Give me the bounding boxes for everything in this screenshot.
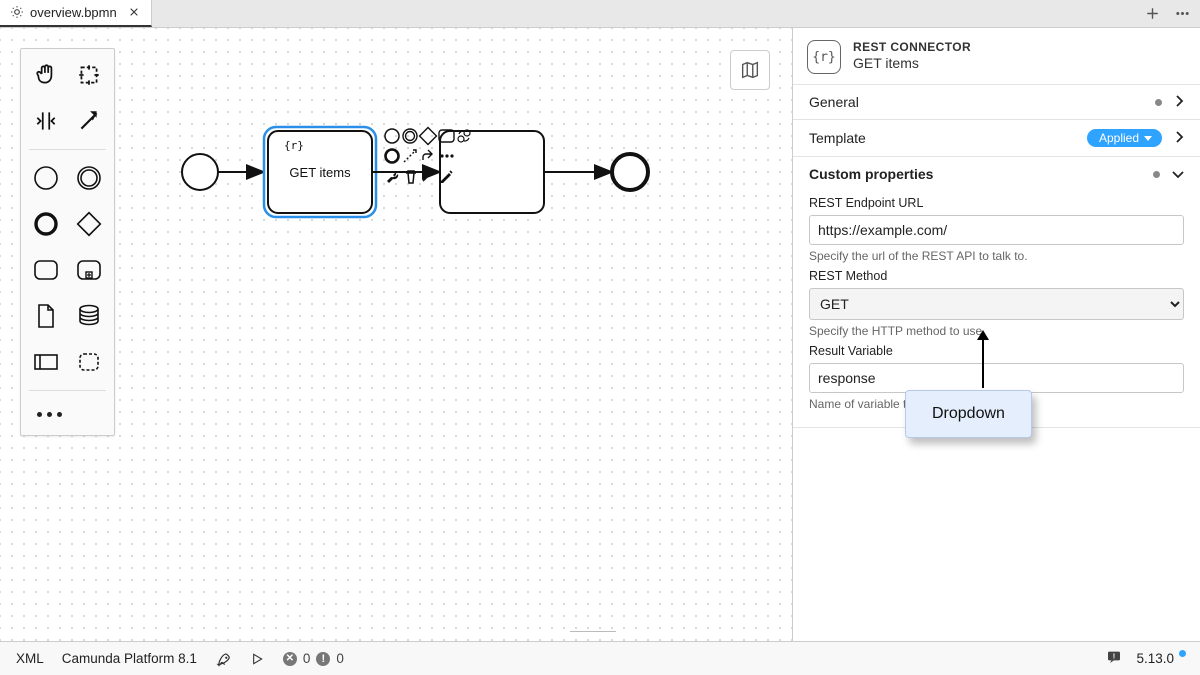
file-tab-label: overview.bpmn [30, 5, 117, 20]
pad-append-end-event[interactable] [386, 150, 399, 163]
field-rest-url: REST Endpoint URL Specify the url of the… [809, 196, 1184, 263]
error-count: 0 [303, 651, 311, 666]
deploy-button[interactable] [215, 651, 231, 667]
chevron-down-icon [1172, 167, 1184, 182]
warning-icon: ! [316, 652, 330, 666]
section-custom-header[interactable]: Custom properties [809, 161, 1184, 190]
section-general[interactable]: General [793, 84, 1200, 120]
rest-method-select[interactable]: GET [809, 288, 1184, 320]
pad-replace[interactable] [423, 150, 432, 160]
start-event[interactable] [182, 154, 218, 190]
field-rest-url-label: REST Endpoint URL [809, 196, 1184, 210]
error-icon: ✕ [283, 652, 297, 666]
section-template[interactable]: Template Applied [793, 120, 1200, 157]
end-event[interactable] [612, 154, 648, 190]
annotation-arrow-icon [971, 330, 995, 390]
file-tab[interactable]: overview.bpmn [0, 0, 152, 27]
element-name-label: GET items [853, 55, 971, 71]
result-variable-input[interactable] [809, 363, 1184, 393]
editor-tabbar: overview.bpmn [0, 0, 1200, 28]
execution-platform-label[interactable]: Camunda Platform 8.1 [62, 651, 197, 666]
tabbar-actions [1144, 0, 1200, 27]
section-custom-indicator [1153, 171, 1160, 178]
section-general-label: General [809, 94, 1155, 110]
field-rest-url-hint: Specify the url of the REST API to talk … [809, 249, 1184, 263]
section-template-label: Template [809, 130, 1087, 146]
feedback-button[interactable]: ! [1106, 649, 1122, 668]
tab-close-button[interactable] [127, 5, 141, 19]
version-label[interactable]: 5.13.0 [1136, 651, 1184, 666]
field-result-variable-label: Result Variable [809, 344, 1184, 358]
task-label: GET items [289, 165, 351, 180]
chevron-right-icon [1174, 130, 1184, 146]
svg-text:!: ! [1113, 651, 1115, 660]
status-bar: XML Camunda Platform 8.1 ✕ 0 ! 0 ! 5.13.0 [0, 641, 1200, 675]
properties-panel: {r} REST CONNECTOR GET items General Tem… [792, 28, 1200, 641]
chevron-right-icon [1174, 94, 1184, 110]
xml-toggle[interactable]: XML [16, 651, 44, 666]
annotation-text: Dropdown [905, 390, 1032, 438]
element-type-label: REST CONNECTOR [853, 40, 971, 54]
section-custom-properties: Custom properties REST Endpoint URL Spec… [793, 157, 1200, 428]
diagram-canvas[interactable]: {r} GET items [0, 28, 792, 641]
field-rest-method-label: REST Method [809, 269, 1184, 283]
field-rest-method: REST Method GET Specify the HTTP method … [809, 269, 1184, 338]
element-type-icon: {r} [807, 40, 841, 74]
task-marker-icon: {r} [284, 139, 304, 152]
template-applied-badge[interactable]: Applied [1087, 129, 1162, 147]
annotation-callout: Dropdown [905, 390, 1032, 438]
pad-annotation[interactable] [404, 150, 416, 162]
warning-count: 0 [336, 651, 344, 666]
pad-append-start-event[interactable] [385, 129, 399, 143]
section-custom-label: Custom properties [809, 166, 1153, 182]
start-instance-button[interactable] [249, 651, 265, 667]
gear-icon [10, 5, 24, 19]
task-empty[interactable] [440, 131, 544, 213]
pad-delete[interactable] [406, 171, 416, 183]
bpmn-diagram: {r} GET items [0, 28, 792, 641]
problem-counts[interactable]: ✕ 0 ! 0 [283, 651, 344, 666]
pad-wrench[interactable] [387, 172, 398, 183]
pad-append-intermediate-event[interactable] [403, 129, 417, 143]
main-area: {r} GET items [0, 28, 1200, 641]
pad-more-actions[interactable] [440, 154, 453, 157]
rest-url-input[interactable] [809, 215, 1184, 245]
properties-header: {r} REST CONNECTOR GET items [793, 28, 1200, 84]
field-rest-method-hint: Specify the HTTP method to use. [809, 324, 1184, 338]
new-tab-button[interactable] [1144, 6, 1160, 22]
more-menu-button[interactable] [1174, 6, 1190, 22]
section-general-indicator [1155, 99, 1162, 106]
pad-append-gateway[interactable] [420, 128, 437, 145]
